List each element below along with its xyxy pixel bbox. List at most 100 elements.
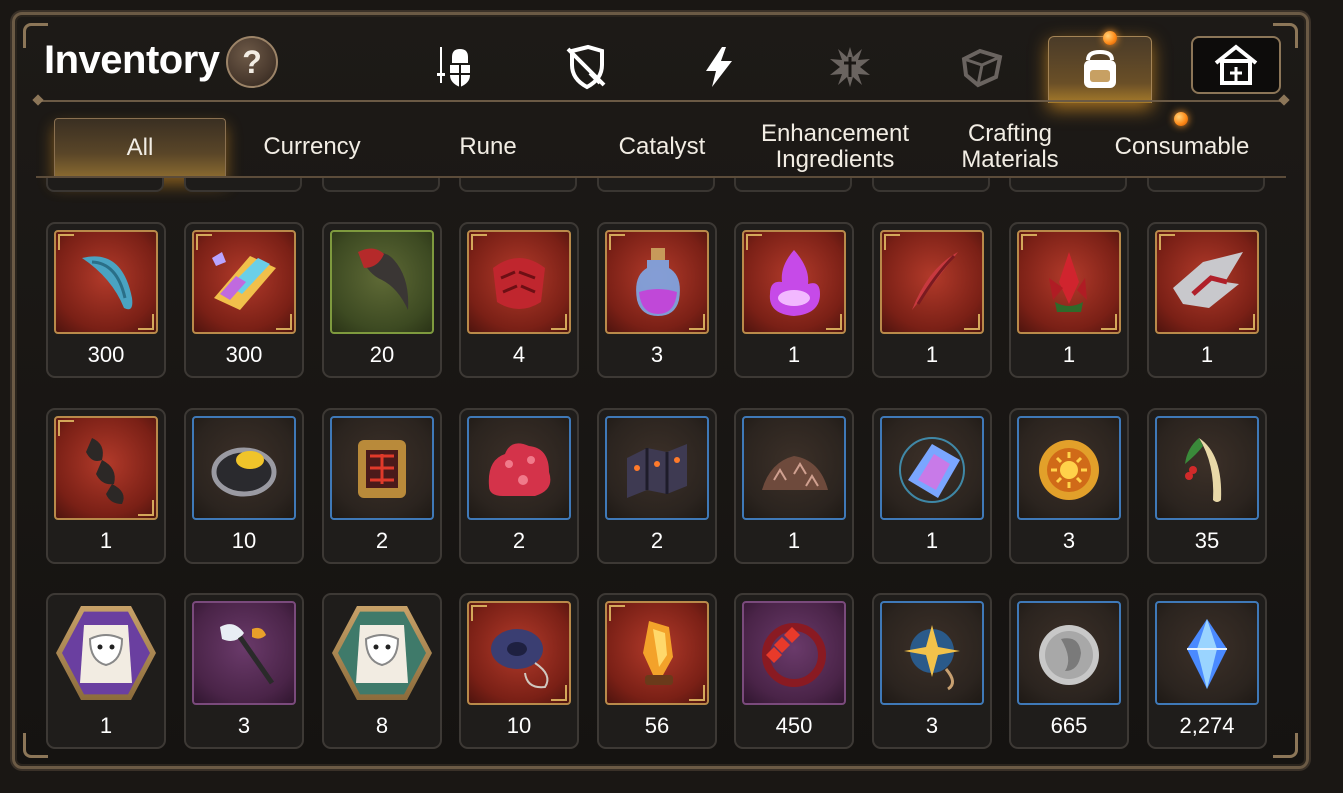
pet-bag-background	[338, 611, 426, 695]
item-slot[interactable]: 1	[734, 222, 854, 378]
item-icon-frame	[605, 416, 709, 520]
item-icon-frame	[1017, 230, 1121, 334]
item-icon-frame	[742, 601, 846, 705]
item-quantity: 10	[506, 713, 532, 738]
bag-icon	[1084, 49, 1116, 88]
claw-icon	[358, 248, 409, 310]
tab-storage[interactable]	[1191, 36, 1281, 94]
item-icon-frame	[192, 416, 296, 520]
item-slot[interactable]: 2	[597, 408, 717, 564]
item-slot[interactable]: 665	[1009, 593, 1129, 749]
rarity-corner	[138, 500, 154, 516]
item-quantity: 450	[775, 713, 813, 738]
partial-slot	[1147, 178, 1265, 192]
item-icon-frame	[54, 230, 158, 334]
item-slot[interactable]: 450	[734, 593, 854, 749]
subtab-currency[interactable]: Currency	[232, 118, 392, 176]
red-feather-icon	[912, 252, 958, 310]
equipment-icon	[437, 47, 470, 87]
item-icon-frame	[330, 230, 434, 334]
help-button[interactable]: ?	[226, 36, 278, 88]
item-quantity: 1	[787, 342, 801, 367]
rarity-corner	[689, 685, 705, 701]
item-slot[interactable]: 56	[597, 593, 717, 749]
tab-skills[interactable]	[668, 34, 768, 100]
tab-no-combat[interactable]	[536, 34, 636, 100]
pet-food-bag-icon	[80, 625, 132, 683]
subtab-enhancement-ingredients[interactable]: Enhancement Ingredients	[750, 118, 920, 176]
subtab-consumable[interactable]: Consumable	[1102, 118, 1262, 176]
item-slot[interactable]: 1	[46, 593, 166, 749]
red-crystal-plant-icon	[1049, 252, 1087, 312]
dark-plates-icon	[627, 444, 687, 498]
pet-food-bag-icon	[356, 625, 408, 683]
tab-cards[interactable]	[932, 34, 1032, 100]
tab-equipment[interactable]	[404, 34, 504, 100]
dice-icon	[961, 48, 1003, 88]
item-slot[interactable]: 10	[459, 593, 579, 749]
gold-ring-icon	[211, 447, 277, 497]
rarity-corner	[1239, 314, 1255, 330]
partial-slot	[322, 178, 440, 192]
item-quantity: 300	[225, 342, 263, 367]
item-quantity: 2,274	[1179, 713, 1235, 738]
item-slot[interactable]: 3	[1009, 408, 1129, 564]
item-icon-frame	[467, 601, 571, 705]
item-icon-frame	[1155, 230, 1259, 334]
lightning-icon	[706, 47, 732, 87]
item-slot[interactable]: 8	[322, 593, 442, 749]
subtab-catalyst[interactable]: Catalyst	[582, 118, 742, 176]
item-slot[interactable]: 1	[872, 222, 992, 378]
item-slot[interactable]: 3	[597, 222, 717, 378]
partial-slot	[1009, 178, 1127, 192]
partial-slot	[597, 178, 715, 192]
item-slot[interactable]: 2	[322, 408, 442, 564]
subtab-all[interactable]: All	[54, 118, 226, 177]
item-slot[interactable]: 1	[734, 408, 854, 564]
rarity-corner	[551, 314, 567, 330]
silver-coin-icon	[1039, 625, 1099, 685]
item-slot[interactable]: 20	[322, 222, 442, 378]
item-quantity: 3	[1062, 528, 1076, 553]
rarity-corner	[58, 234, 74, 250]
item-quantity: 3	[237, 713, 251, 738]
tab-bag[interactable]	[1048, 31, 1152, 103]
tab-emblems[interactable]	[800, 34, 900, 100]
root-herb-icon	[1185, 438, 1222, 502]
item-slot[interactable]: 300	[46, 222, 166, 378]
item-slot[interactable]: 10	[184, 408, 304, 564]
item-slot[interactable]: 3	[184, 593, 304, 749]
item-slot[interactable]: 1	[46, 408, 166, 564]
item-quantity: 1	[1200, 342, 1214, 367]
item-slot[interactable]: 3	[872, 593, 992, 749]
dark-scales-icon	[86, 438, 124, 504]
partial-slot	[872, 178, 990, 192]
item-slot[interactable]: 1	[1009, 222, 1129, 378]
item-slot[interactable]: 4	[459, 222, 579, 378]
rarity-corner	[1101, 314, 1117, 330]
item-icon-frame	[54, 416, 158, 520]
item-slot[interactable]: 1	[1147, 222, 1267, 378]
item-quantity: 2	[650, 528, 664, 553]
rarity-corner	[609, 234, 625, 250]
item-slot[interactable]: 1	[872, 408, 992, 564]
item-icon-frame	[880, 416, 984, 520]
rarity-corner	[138, 314, 154, 330]
frame-corner	[1273, 733, 1298, 758]
item-quantity: 1	[99, 528, 113, 553]
pet-bag-background	[62, 611, 150, 695]
item-icon-frame	[192, 230, 296, 334]
item-slot[interactable]: 300	[184, 222, 304, 378]
armor-spikes-icon	[1173, 252, 1243, 308]
partial-slot	[459, 178, 577, 192]
item-slot[interactable]: 35	[1147, 408, 1267, 564]
subtab-crafting-materials[interactable]: Crafting Materials	[930, 118, 1090, 176]
rarity-corner	[609, 605, 625, 621]
item-icon-frame	[742, 230, 846, 334]
item-icon-frame	[1155, 601, 1259, 705]
item-slot[interactable]: 2	[459, 408, 579, 564]
blue-horn-icon	[82, 256, 133, 310]
subtab-rune[interactable]: Rune	[408, 118, 568, 176]
item-slot[interactable]: 2,274	[1147, 593, 1267, 749]
item-icon-frame	[605, 601, 709, 705]
